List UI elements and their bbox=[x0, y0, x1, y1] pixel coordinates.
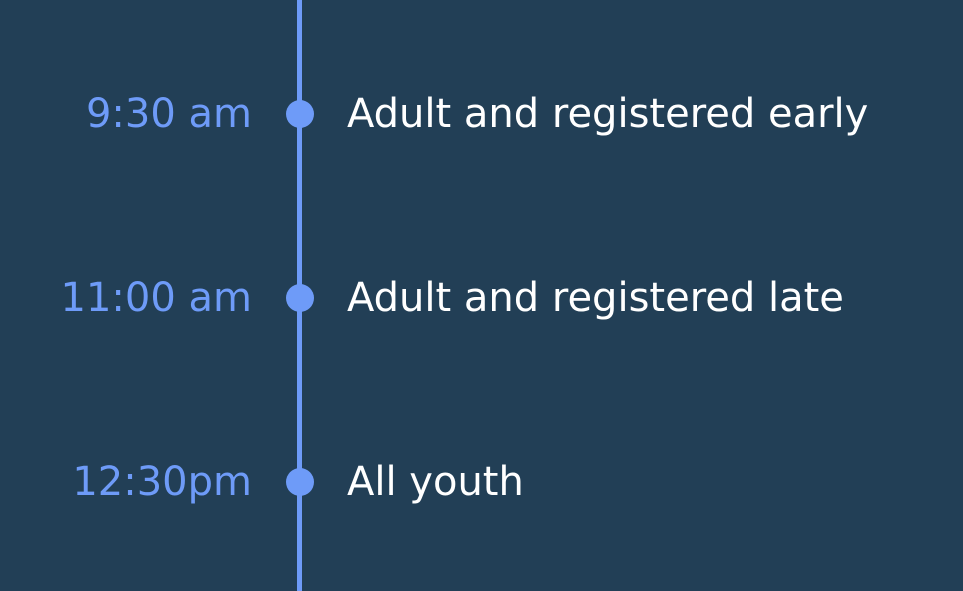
event-time: 12:30pm bbox=[72, 459, 252, 505]
timeline-dot-icon bbox=[286, 284, 314, 312]
event-time: 11:00 am bbox=[60, 275, 252, 321]
timeline-dot-icon bbox=[286, 468, 314, 496]
timeline-event: 11:00 am Adult and registered late bbox=[0, 268, 963, 328]
event-time: 9:30 am bbox=[85, 91, 252, 137]
timeline-event: 9:30 am Adult and registered early bbox=[0, 84, 963, 144]
timeline-dot-icon bbox=[286, 100, 314, 128]
event-title: All youth bbox=[347, 459, 524, 505]
event-title: Adult and registered late bbox=[347, 275, 844, 321]
event-title: Adult and registered early bbox=[347, 91, 869, 137]
schedule-timeline: 9:30 am Adult and registered early 11:00… bbox=[0, 0, 963, 591]
timeline-event: 12:30pm All youth bbox=[0, 452, 963, 512]
